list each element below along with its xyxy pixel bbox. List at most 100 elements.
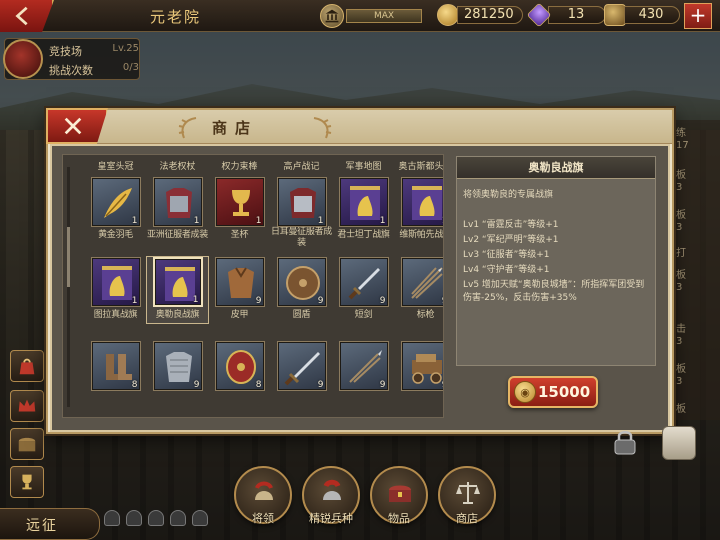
screen-title: 元老院 — [150, 8, 202, 26]
right-strip-text: 3 — [676, 376, 683, 387]
item-name: 君士坦丁战旗 — [337, 230, 390, 240]
shop-item[interactable]: 1 君士坦丁战旗 — [333, 177, 394, 243]
buy-button[interactable]: ◉ 15000 — [508, 376, 598, 408]
item-icon-box: 1 — [152, 177, 203, 227]
shop-title: 商店 — [212, 119, 259, 137]
item-icon-box: 9 — [400, 257, 443, 307]
gold-coin-icon: ◉ — [514, 381, 536, 403]
back-arrow-icon — [15, 6, 28, 26]
shop-item-selected[interactable]: 1 奥勒良战旗 — [146, 256, 209, 324]
item-name: 标枪 — [416, 310, 435, 320]
helmet-icon — [255, 481, 273, 500]
side-crown-button[interactable] — [10, 390, 44, 422]
shop-modal: 商店 皇室头冠 法老权杖 权力束棒 高卢战记 军事地图 奥古斯都头盔 1 黄金羽… — [46, 108, 674, 434]
nav-generals-label: 将领 — [252, 512, 274, 525]
helmet-icon — [148, 510, 164, 526]
partial-row-label: 皇室头冠 — [97, 162, 134, 172]
item-icon-box: 9 — [338, 257, 389, 307]
item-icon-box: 9 — [152, 341, 203, 391]
shop-item-grid[interactable]: 皇室头冠 法老权杖 权力束棒 高卢战记 军事地图 奥古斯都头盔 1 黄金羽毛 1… — [62, 154, 444, 418]
grid-scroll-thumb[interactable] — [67, 227, 70, 287]
item-count: 9 — [442, 380, 443, 390]
helmet-icon — [170, 510, 186, 526]
shop-item[interactable]: 9 皮甲 — [209, 257, 270, 323]
arena-level: Lv.25 — [112, 43, 139, 54]
shop-item[interactable]: 1 维斯帕先战旗 — [395, 177, 443, 243]
item-icon-box: 9 — [400, 341, 443, 391]
shop-item[interactable]: 9 — [395, 341, 443, 391]
max-label: MAX — [346, 9, 422, 23]
gold-resource: 281250 — [437, 4, 523, 26]
shop-item[interactable]: 9 — [271, 341, 332, 391]
right-strip-text: 板 — [676, 364, 686, 375]
temple-icon — [320, 4, 344, 28]
shop-item[interactable]: 1 日耳曼征服者成装 — [271, 177, 332, 249]
partial-row-label: 法老权杖 — [159, 162, 196, 172]
partial-row-label: 高卢战记 — [283, 162, 320, 172]
right-strip-text: 3 — [676, 282, 683, 293]
grid-scroll-track[interactable] — [67, 167, 70, 407]
expedition-label: 远征 — [26, 518, 58, 534]
item-icon-box: 9 — [276, 341, 327, 391]
shop-item[interactable]: 1 图拉真战旗 — [85, 257, 146, 323]
supply-cart-icon — [411, 354, 442, 384]
building-level-indicator: MAX — [320, 4, 422, 28]
right-strip-text: 板 — [676, 270, 686, 281]
item-count: 1 — [379, 216, 386, 226]
laurel-left-icon — [178, 117, 197, 139]
item-count: 9 — [317, 380, 324, 390]
arena-widget[interactable]: 竞技场 Lv.25 挑战次数 0/3 — [3, 38, 140, 80]
back-button[interactable] — [0, 0, 54, 32]
item-icon-box: 9 — [338, 341, 389, 391]
buy-price: 15000 — [538, 383, 591, 401]
item-count: 9 — [317, 296, 324, 306]
troop-helmets-row — [104, 510, 208, 526]
item-name: 圆盾 — [292, 310, 311, 320]
gem-resource: 13 — [526, 2, 606, 28]
challenges-label: 挑战次数 — [49, 64, 93, 77]
item-icon-box: 1 — [276, 177, 327, 227]
legion-helmet-icon — [323, 479, 341, 500]
add-resource-button[interactable]: + — [684, 3, 712, 29]
side-bag-button[interactable] — [10, 350, 44, 382]
token-resource: 430 — [604, 4, 680, 26]
item-count: 8 — [131, 380, 138, 390]
shop-item[interactable]: 8 — [85, 341, 146, 391]
level-bonus-line: Lv2 “军纪严明”等级+1 — [463, 235, 559, 245]
item-count: 1 — [193, 216, 200, 226]
bag-icon — [19, 358, 35, 375]
token-value: 430 — [624, 6, 680, 24]
right-strip-text: 板 — [676, 210, 686, 221]
shop-item[interactable]: 9 圆盾 — [271, 257, 332, 323]
item-count: 1 — [131, 216, 138, 226]
item-count: 1 — [192, 295, 199, 305]
banner-icon — [411, 186, 442, 220]
expedition-button[interactable]: 远征 — [0, 508, 100, 540]
shop-item[interactable]: 9 — [333, 341, 394, 391]
right-strip-text: 3 — [676, 182, 683, 193]
shop-item[interactable]: 1 亚洲征服者成装 — [147, 177, 208, 243]
shop-item[interactable]: 1 圣杯 — [209, 177, 270, 243]
nav-shop-label: 商店 — [456, 512, 478, 525]
item-name: 图拉真战旗 — [93, 310, 138, 320]
right-strip-text: 17 — [676, 140, 689, 151]
gold-value: 281250 — [457, 6, 523, 24]
helmet-icon — [104, 510, 120, 526]
item-name: 维斯帕先战旗 — [399, 230, 443, 240]
right-strip-text: 板 — [676, 404, 686, 415]
gem-value: 13 — [548, 6, 606, 24]
item-icon-box: 9 — [214, 257, 265, 307]
item-count: 9 — [255, 296, 262, 306]
partial-row-label: 军事地图 — [345, 162, 382, 172]
item-detail-title: 奥勒良战旗 — [457, 157, 655, 179]
scales-icon — [456, 482, 480, 504]
shop-item[interactable]: 1 黄金羽毛 — [85, 177, 146, 243]
item-detail-panel: 奥勒良战旗 将领奥勒良的专属战旗 Lv1 “雷霆反击”等级+1 Lv2 “军纪严… — [456, 156, 656, 366]
shop-item[interactable]: 9 标枪 — [395, 257, 443, 323]
shop-item[interactable]: 9 短剑 — [333, 257, 394, 323]
laurel-right-icon — [313, 117, 332, 139]
top-bar: 元老院 MAX 281250 13 430 + — [0, 0, 720, 32]
shop-item[interactable]: 8 — [209, 341, 270, 391]
bottom-navigation: 远征 将领 精锐兵种 物品 商店 — [0, 452, 720, 540]
shop-item[interactable]: 9 — [147, 341, 208, 391]
